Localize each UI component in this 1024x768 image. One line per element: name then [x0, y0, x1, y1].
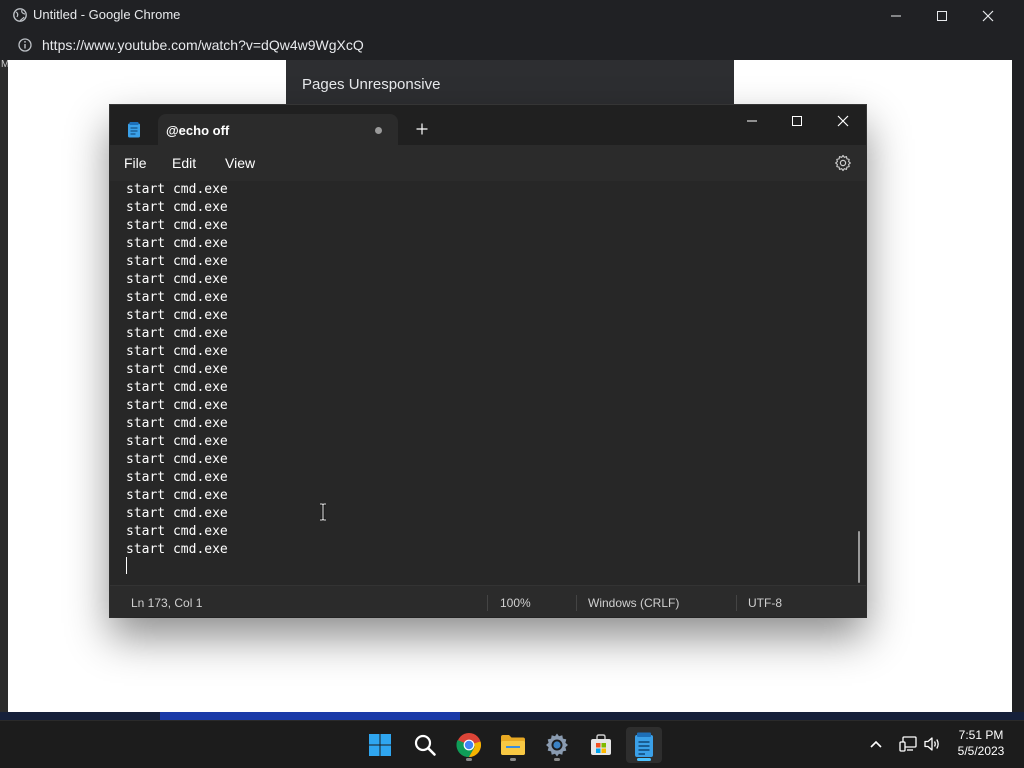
editor-line: start cmd.exe	[126, 380, 228, 395]
status-line-ending[interactable]: Windows (CRLF)	[588, 596, 679, 610]
editor-line: start cmd.exe	[126, 272, 228, 287]
running-indicator	[466, 758, 472, 761]
notepad-icon	[635, 732, 653, 757]
ibeam-cursor-icon	[320, 503, 326, 521]
microsoft-store-icon	[591, 734, 611, 755]
close-icon	[837, 115, 849, 127]
minimize-icon	[747, 120, 757, 122]
minimize-icon	[891, 15, 901, 16]
settings-taskbar-button[interactable]	[539, 727, 575, 763]
menu-edit[interactable]: Edit	[172, 155, 196, 171]
file-explorer-taskbar-button[interactable]	[495, 727, 531, 763]
editor-line: start cmd.exe	[126, 416, 228, 431]
running-indicator	[554, 758, 560, 761]
vertical-scrollbar[interactable]	[858, 531, 860, 583]
editor-lines: start cmd.exe start cmd.exe start cmd.exe s…	[126, 181, 228, 559]
store-taskbar-button[interactable]	[583, 727, 619, 763]
status-separator	[487, 595, 488, 611]
notepad-close-button[interactable]	[820, 105, 866, 137]
editor-line: start cmd.exe	[126, 182, 228, 197]
clock-time[interactable]: 7:51 PM	[950, 728, 1012, 742]
chevron-up-icon[interactable]	[866, 734, 886, 754]
editor-line: start cmd.exe	[126, 398, 228, 413]
status-zoom[interactable]: 100%	[500, 596, 531, 610]
status-separator	[576, 595, 577, 611]
clock-date[interactable]: 5/5/2023	[950, 744, 1012, 758]
settings-icon	[546, 733, 568, 757]
notepad-statusbar: Ln 173, Col 1 100% Windows (CRLF) UTF-8	[110, 585, 866, 617]
notepad-titlebar[interactable]: @echo off	[110, 105, 866, 145]
active-indicator	[637, 758, 651, 761]
status-separator	[736, 595, 737, 611]
editor-line: start cmd.exe	[126, 524, 228, 539]
editor-line: start cmd.exe	[126, 236, 228, 251]
new-tab-button[interactable]	[411, 118, 433, 140]
unsaved-dot-icon[interactable]	[375, 127, 382, 134]
editor-line: start cmd.exe	[126, 470, 228, 485]
status-encoding[interactable]: UTF-8	[748, 596, 782, 610]
chrome-titlebar[interactable]: Untitled - Google Chrome	[0, 0, 1024, 31]
network-icon[interactable]	[898, 734, 918, 754]
editor-line: start cmd.exe	[126, 506, 228, 521]
editor-line: start cmd.exe	[126, 344, 228, 359]
globe-icon	[13, 8, 27, 22]
desktop-wallpaper-accent	[160, 712, 460, 720]
notepad-minimize-button[interactable]	[729, 105, 775, 137]
editor-line: start cmd.exe	[126, 362, 228, 377]
maximize-icon	[792, 116, 802, 126]
file-explorer-icon	[501, 735, 525, 755]
gear-icon[interactable]	[834, 154, 852, 172]
search-icon	[414, 734, 436, 756]
chrome-taskbar-button[interactable]	[451, 727, 487, 763]
editor-line: start cmd.exe	[126, 488, 228, 503]
chrome-close-button[interactable]	[965, 0, 1011, 31]
left-window-edge	[0, 60, 8, 712]
editor-line: start cmd.exe	[126, 542, 228, 557]
dialog-title: Pages Unresponsive	[302, 76, 441, 93]
windows-start-icon	[369, 734, 391, 756]
notepad-window: @echo off File Edit View start cmd.exe st…	[110, 105, 866, 617]
chrome-minimize-button[interactable]	[873, 0, 919, 31]
editor-line: start cmd.exe	[126, 326, 228, 341]
text-editor-area[interactable]: start cmd.exe start cmd.exe start cmd.exe s…	[110, 181, 866, 585]
chrome-window-title: Untitled - Google Chrome	[33, 7, 181, 22]
editor-line: start cmd.exe	[126, 308, 228, 323]
editor-line: start cmd.exe	[126, 200, 228, 215]
volume-icon[interactable]	[922, 734, 942, 754]
url-text[interactable]: https://www.youtube.com/watch?v=dQw4w9Wg…	[42, 37, 364, 53]
notepad-taskbar-button[interactable]	[626, 727, 662, 763]
notepad-maximize-button[interactable]	[774, 105, 820, 137]
editor-line: start cmd.exe	[126, 218, 228, 233]
menu-view[interactable]: View	[225, 155, 255, 171]
menu-file[interactable]: File	[124, 155, 147, 171]
chrome-maximize-button[interactable]	[919, 0, 965, 31]
status-cursor-position[interactable]: Ln 173, Col 1	[131, 596, 202, 610]
editor-line: start cmd.exe	[126, 434, 228, 449]
close-icon	[982, 10, 994, 21]
editor-line: start cmd.exe	[126, 254, 228, 269]
desktop-wallpaper-strip	[0, 712, 1024, 720]
info-icon[interactable]	[18, 38, 32, 52]
text-caret	[126, 557, 127, 574]
maximize-icon	[937, 10, 947, 21]
editor-line: start cmd.exe	[126, 452, 228, 467]
chrome-icon	[456, 733, 482, 758]
running-indicator	[510, 758, 516, 761]
tab-title: @echo off	[166, 123, 230, 138]
notepad-menubar: File Edit View	[110, 145, 866, 181]
plus-icon	[416, 123, 428, 135]
chrome-address-bar[interactable]: https://www.youtube.com/watch?v=dQw4w9Wg…	[0, 31, 1024, 60]
editor-line: start cmd.exe	[126, 290, 228, 305]
start-button[interactable]	[362, 727, 398, 763]
notepad-app-icon	[128, 122, 140, 138]
search-button[interactable]	[407, 727, 443, 763]
tab-echo-off[interactable]: @echo off	[158, 114, 398, 145]
